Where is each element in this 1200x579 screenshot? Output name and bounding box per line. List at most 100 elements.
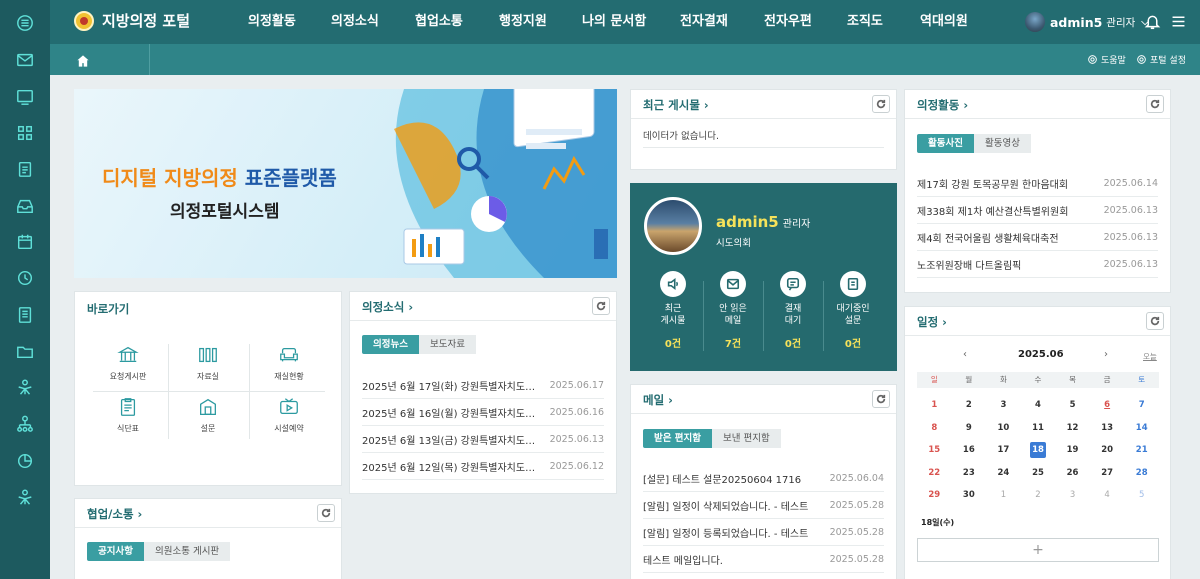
tab-notice[interactable]: 공지사항	[87, 542, 144, 561]
refresh-button[interactable]	[872, 390, 890, 408]
board-icon[interactable]	[14, 86, 36, 108]
calendar-day[interactable]: 3	[1055, 484, 1090, 507]
calendar-day[interactable]: 23	[952, 462, 987, 485]
document-icon[interactable]	[14, 304, 36, 326]
calendar-day[interactable]: 17	[986, 439, 1021, 462]
portal-logo[interactable]: 지방의정 포털	[74, 10, 190, 31]
calendar-day[interactable]: 4	[1021, 394, 1056, 417]
list-item[interactable]: [알림] 일정이 삭제되었습니다. - 테스트 2025.05.28	[643, 492, 884, 519]
hamburger-icon[interactable]	[1170, 13, 1187, 34]
tab-news[interactable]: 의정뉴스	[362, 335, 419, 354]
calendar-day[interactable]: 1	[917, 394, 952, 417]
card-title[interactable]: 의정활동 ›	[917, 97, 968, 113]
tab-sent[interactable]: 보낸 편지함	[712, 429, 781, 448]
list-item[interactable]: 제4회 전국어울림 생활체육대축전 2025.06.13	[917, 224, 1158, 251]
quicklink-request-board[interactable]: 요청게시판	[93, 344, 163, 382]
mail-icon[interactable]	[14, 49, 36, 71]
calendar-day[interactable]: 21	[1124, 439, 1159, 462]
tab-press[interactable]: 보도자료	[418, 335, 476, 354]
list-item[interactable]: 테스트 메일입니다. 2025.05.28	[643, 546, 884, 573]
calendar-day[interactable]: 4	[1090, 484, 1125, 507]
calendar-day[interactable]: 11	[1021, 417, 1056, 440]
prev-month-button[interactable]: ‹	[963, 349, 967, 360]
add-schedule-button[interactable]: +	[917, 538, 1159, 562]
list-item[interactable]: 제338회 제1차 예산결산특별위원회 2025.06.13	[917, 197, 1158, 224]
people-icon[interactable]	[14, 376, 36, 398]
members-icon[interactable]	[14, 486, 36, 508]
calendar-day[interactable]: 20	[1090, 439, 1125, 462]
calendar-day[interactable]: 22	[917, 462, 952, 485]
nav-item[interactable]: 조직도	[847, 0, 883, 44]
stat-unread-mail[interactable]: 안 읽은 메일 7건	[704, 271, 762, 350]
grid-icon[interactable]	[14, 122, 36, 144]
user-menu[interactable]: admin5 관리자 ⌵	[1025, 12, 1149, 32]
calendar-day[interactable]: 3	[986, 394, 1021, 417]
organization-icon[interactable]	[14, 413, 36, 435]
today-button[interactable]: 오늘	[1143, 351, 1157, 362]
nav-item[interactable]: 역대의원	[920, 0, 968, 44]
clipboard-icon[interactable]	[14, 158, 36, 180]
refresh-button[interactable]	[317, 504, 335, 522]
stat-pending-survey[interactable]: 대기중인 설문 0건	[824, 271, 882, 350]
portal-settings-link[interactable]: 포털 설정	[1136, 53, 1186, 66]
calendar-day[interactable]: 29	[917, 484, 952, 507]
calendar-day[interactable]: 7	[1124, 394, 1159, 417]
nav-item[interactable]: 행정지원	[499, 0, 547, 44]
calendar-day[interactable]: 27	[1090, 462, 1125, 485]
tab-videos[interactable]: 활동영상	[973, 134, 1031, 153]
calendar-day[interactable]: 30	[952, 484, 987, 507]
tab-photos[interactable]: 활동사진	[917, 134, 974, 153]
card-title[interactable]: 메일 ›	[643, 392, 673, 408]
list-item[interactable]: 노조위원장배 다트올림픽 2025.06.13	[917, 251, 1158, 278]
calendar-day[interactable]: 28	[1124, 462, 1159, 485]
stat-recent-posts[interactable]: 최근 게시물 0건	[644, 271, 702, 350]
calendar-day[interactable]: 9	[952, 417, 987, 440]
calendar-day[interactable]: 8	[917, 417, 952, 440]
quicklink-menu[interactable]: 식단표	[93, 396, 163, 434]
help-link[interactable]: 도움말	[1087, 53, 1126, 66]
refresh-button[interactable]	[872, 95, 890, 113]
quicklink-archive[interactable]: 자료실	[173, 344, 243, 382]
nav-item[interactable]: 의정소식	[331, 0, 379, 44]
quicklink-facility-booking[interactable]: 시설예약	[254, 396, 324, 434]
calendar-day[interactable]: 1	[986, 484, 1021, 507]
tab-inbox[interactable]: 받은 편지함	[643, 429, 713, 448]
calendar-day[interactable]: 26	[1055, 462, 1090, 485]
clock-icon[interactable]	[14, 267, 36, 289]
main-banner[interactable]: 디지털 지방의정 표준플랫폼 의정포털시스템	[74, 89, 617, 278]
calendar-day[interactable]: 10	[986, 417, 1021, 440]
nav-item[interactable]: 협업소통	[415, 0, 463, 44]
card-title[interactable]: 최근 게시물 ›	[643, 97, 709, 113]
calendar-day[interactable]: 2	[952, 394, 987, 417]
card-title[interactable]: 일정 ›	[917, 314, 947, 330]
list-item[interactable]: [설문] 테스트 설문20250604 1716 2025.06.04	[643, 465, 884, 492]
calendar-day[interactable]: 14	[1124, 417, 1159, 440]
calendar-day[interactable]: 12	[1055, 417, 1090, 440]
nav-item[interactable]: 전자우편	[764, 0, 812, 44]
quicklink-survey[interactable]: 설문	[173, 396, 243, 434]
calendar-day[interactable]: 5	[1124, 484, 1159, 507]
inbox-icon[interactable]	[14, 195, 36, 217]
calendar-day[interactable]: 19	[1055, 439, 1090, 462]
list-item[interactable]: 제17회 강원 토목공무원 한마음대회 2025.06.14	[917, 170, 1158, 197]
refresh-button[interactable]	[592, 297, 610, 315]
bell-icon[interactable]	[1144, 13, 1161, 34]
nav-item[interactable]: 나의 문서함	[582, 0, 646, 44]
list-item[interactable]: 2025년 6월 13일(금) 강원특별자치도의... 2025.06.13	[362, 426, 604, 453]
stat-approval-pending[interactable]: 결재 대기 0건	[764, 271, 822, 350]
calendar-day[interactable]: 6	[1090, 394, 1125, 417]
calendar-day-today[interactable]: 18	[1021, 439, 1056, 462]
calendar-day[interactable]: 13	[1090, 417, 1125, 440]
calendar-day[interactable]: 25	[1021, 462, 1056, 485]
calendar-day[interactable]: 5	[1055, 394, 1090, 417]
list-item[interactable]: [알림] 일정이 등록되었습니다. - 테스트 2025.05.28	[643, 519, 884, 546]
calendar-day[interactable]: 16	[952, 439, 987, 462]
next-month-button[interactable]: ›	[1104, 349, 1108, 360]
menu-icon[interactable]	[14, 12, 36, 34]
tab-member-board[interactable]: 의원소통 게시판	[143, 542, 231, 561]
quicklink-occupancy[interactable]: 재실현황	[254, 344, 324, 382]
card-title[interactable]: 협업/소통 ›	[87, 506, 142, 522]
refresh-button[interactable]	[1146, 312, 1164, 330]
folder-icon[interactable]	[14, 340, 36, 362]
list-item[interactable]: 2025년 6월 17일(화) 강원특별자치도의... 2025.06.17	[362, 372, 604, 399]
